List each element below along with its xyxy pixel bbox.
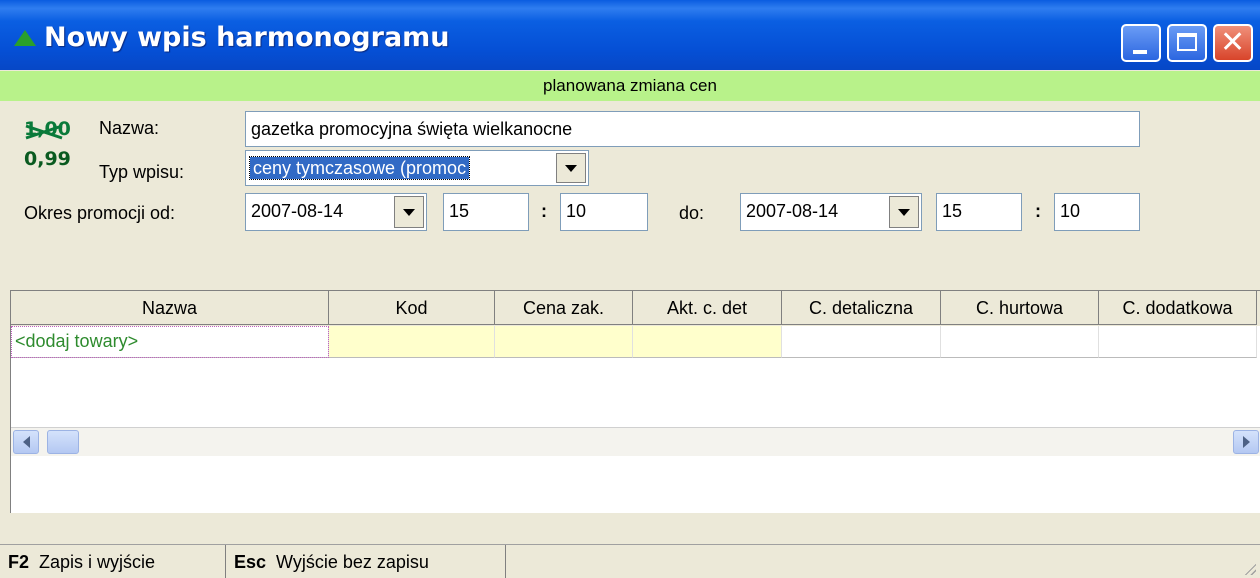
chevron-down-icon (565, 164, 577, 172)
type-label: Typ wpisu: (99, 162, 185, 182)
minimize-button[interactable] (1121, 24, 1161, 62)
chevron-down-icon (898, 208, 910, 216)
esc-key: Esc (234, 552, 267, 572)
name-label: Nazwa: (99, 118, 160, 138)
column-header-c-dodatkowa[interactable]: C. dodatkowa (1099, 291, 1257, 325)
arrow-right-icon (1242, 436, 1250, 448)
column-header-kod[interactable]: Kod (329, 291, 495, 325)
from-time-separator: : (541, 201, 547, 221)
table-cell[interactable] (329, 326, 495, 358)
type-selected-value: ceny tymczasowe (promoc (248, 156, 471, 180)
window-title: Nowy wpis harmonogramu (44, 22, 450, 53)
from-date-picker[interactable]: 2007-08-14 (245, 193, 427, 231)
maximize-button[interactable] (1167, 24, 1207, 62)
table-cell[interactable] (1099, 326, 1257, 358)
app-icon (14, 30, 36, 46)
exit-without-save-hint[interactable]: Esc Wyjście bez zapisu (226, 545, 506, 578)
from-minute-field[interactable]: 10 (560, 193, 648, 231)
minimize-icon (1133, 50, 1147, 54)
save-label: Zapis i wyjście (39, 552, 156, 572)
save-and-exit-hint[interactable]: F2 Zapis i wyjście (0, 545, 226, 578)
scroll-left-button[interactable] (13, 430, 39, 454)
from-date-dropdown-button[interactable] (394, 196, 424, 228)
name-field[interactable]: gazetka promocyjna święta wielkanocne (245, 111, 1140, 147)
type-select[interactable]: ceny tymczasowe (promoc (245, 150, 589, 186)
chevron-down-icon (403, 208, 415, 216)
title-bar[interactable]: Nowy wpis harmonogramu ✕ (0, 0, 1260, 70)
scroll-thumb[interactable] (47, 430, 79, 454)
save-key: F2 (8, 552, 30, 572)
to-date-dropdown-button[interactable] (889, 196, 919, 228)
from-date-value: 2007-08-14 (251, 201, 344, 221)
add-products-cell[interactable]: <dodaj towary> (11, 326, 329, 358)
window: Nowy wpis harmonogramu ✕ planowana zmian… (0, 0, 1260, 578)
exit-label: Wyjście bez zapisu (276, 552, 429, 572)
horizontal-scrollbar[interactable] (11, 427, 1260, 456)
column-header-c-hurtowa[interactable]: C. hurtowa (941, 291, 1099, 325)
period-to-label: do: (679, 203, 705, 223)
new-price-text: 0,99 (24, 148, 71, 170)
table-cell[interactable] (782, 326, 941, 358)
column-header-c-detaliczna[interactable]: C. detaliczna (782, 291, 941, 325)
mode-banner: planowana zmiana cen (0, 71, 1260, 101)
resize-grip-icon[interactable] (1242, 561, 1256, 575)
to-time-separator: : (1035, 201, 1041, 221)
to-minute-field[interactable]: 10 (1054, 193, 1140, 231)
period-from-label: Okres promocji od: (24, 203, 176, 223)
arrow-left-icon (22, 436, 30, 448)
scroll-right-button[interactable] (1233, 430, 1259, 454)
table-cell[interactable] (941, 326, 1099, 358)
to-date-value: 2007-08-14 (746, 201, 839, 221)
strike-icon (25, 124, 63, 140)
products-grid: Nazwa Kod Cena zak. Akt. c. det C. detal… (10, 290, 1260, 513)
type-dropdown-button[interactable] (556, 153, 586, 183)
close-icon: ✕ (1220, 25, 1246, 60)
maximize-icon (1177, 33, 1197, 51)
price-change-logo: 1,00 0,99 (24, 118, 88, 178)
table-cell[interactable] (495, 326, 633, 358)
table-row[interactable]: <dodaj towary> (11, 326, 1260, 358)
column-header-akt-c-det[interactable]: Akt. c. det (633, 291, 782, 325)
to-hour-field[interactable]: 15 (936, 193, 1022, 231)
status-bar: F2 Zapis i wyjście Esc Wyjście bez zapis… (0, 544, 1260, 578)
column-header-cena-zak[interactable]: Cena zak. (495, 291, 633, 325)
table-cell[interactable] (633, 326, 782, 358)
from-hour-field[interactable]: 15 (443, 193, 529, 231)
column-header-nazwa[interactable]: Nazwa (11, 291, 329, 325)
grid-header: Nazwa Kod Cena zak. Akt. c. det C. detal… (11, 290, 1260, 326)
close-button[interactable]: ✕ (1213, 24, 1253, 62)
to-date-picker[interactable]: 2007-08-14 (740, 193, 922, 231)
